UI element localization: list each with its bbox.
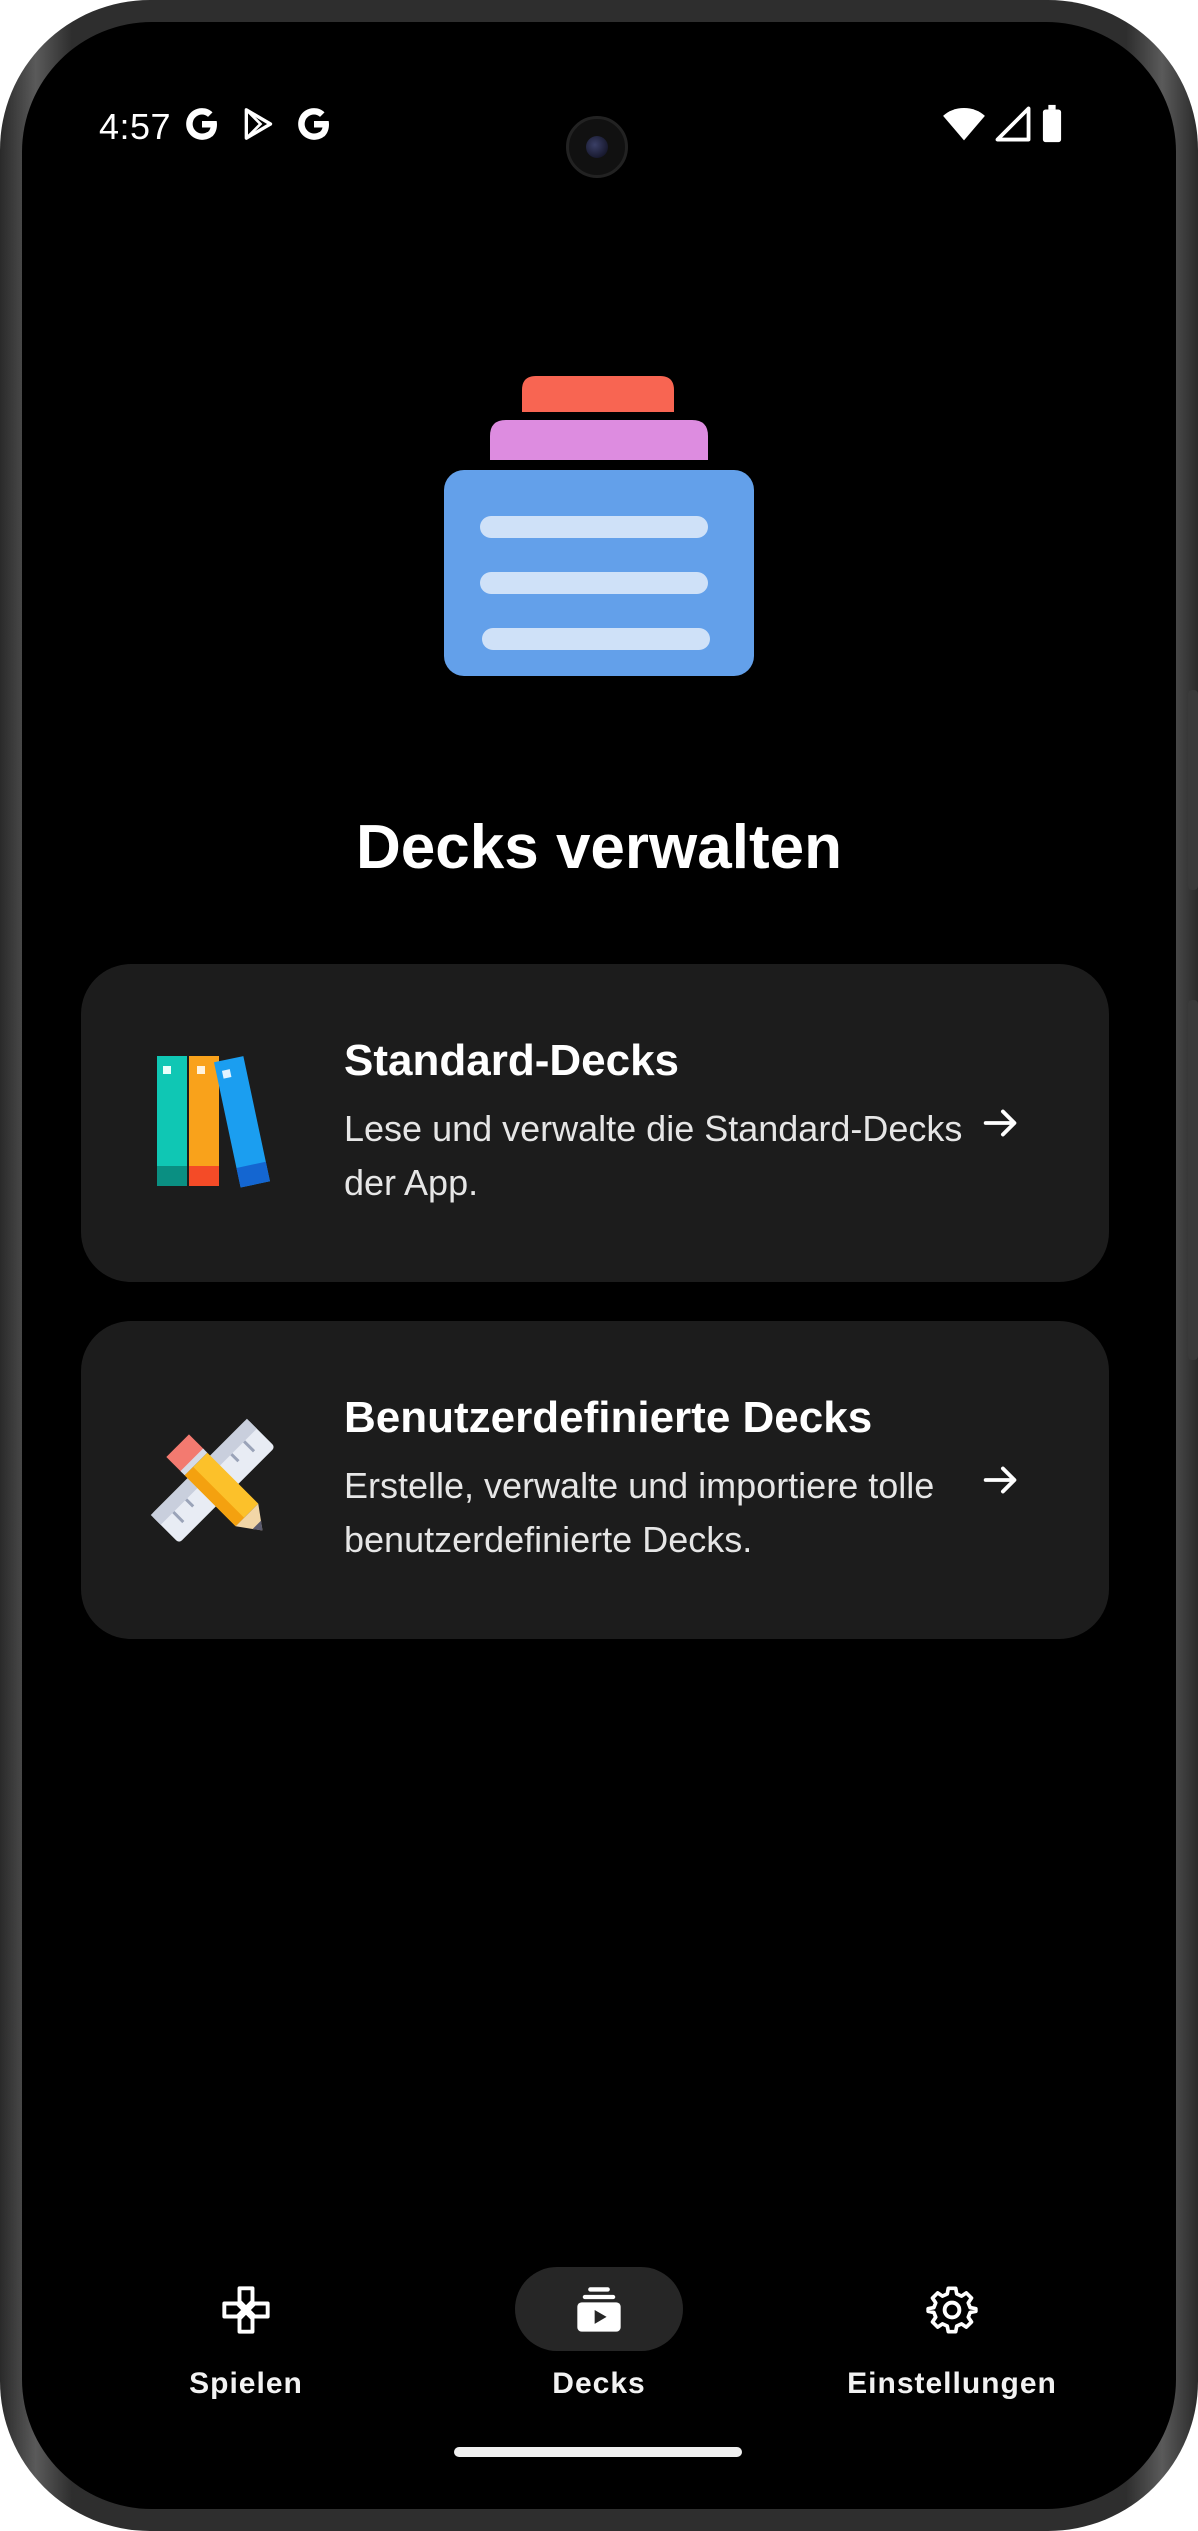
custom-decks-card[interactable]: Benutzerdefinierte Decks Erstelle, verwa…	[81, 1321, 1109, 1639]
nav-item-spielen[interactable]: Spielen	[92, 2222, 400, 2402]
play-store-icon	[238, 104, 278, 149]
phone-frame: 4:57 Decks verwalten Standard-Decks Lese…	[0, 0, 1198, 2531]
page-title: Decks verwalten	[356, 813, 842, 882]
wifi-icon	[942, 104, 986, 149]
nav-item-decks[interactable]: Decks	[445, 2222, 753, 2402]
power-button	[1188, 690, 1198, 890]
card-description: Lese und verwalte die Standard-Decks der…	[344, 1108, 963, 1203]
bottom-navigation: Spielen Decks Einstellungen	[22, 2222, 1176, 2402]
gamepad-icon	[220, 2284, 272, 2341]
status-bar: 4:57	[22, 22, 1176, 178]
app-screen: 4:57 Decks verwalten Standard-Decks Lese…	[22, 22, 1176, 2509]
card-description: Erstelle, verwalte und importiere tolle …	[344, 1465, 935, 1560]
gear-icon	[926, 2284, 978, 2341]
cell-signal-icon	[994, 104, 1032, 149]
decks-icon	[573, 2284, 625, 2341]
card-title: Standard-Decks	[344, 1036, 680, 1085]
pencil-ruler-icon	[143, 1411, 283, 1556]
card-title: Benutzerdefinierte Decks	[344, 1393, 873, 1442]
standard-decks-card[interactable]: Standard-Decks Lese und verwalte die Sta…	[81, 964, 1109, 1282]
nav-label: Decks	[552, 2367, 646, 2400]
front-camera	[566, 116, 628, 178]
battery-icon	[1040, 104, 1064, 149]
google-g-icon	[294, 104, 334, 149]
nav-label: Einstellungen	[847, 2367, 1057, 2400]
deck-stack-icon	[442, 374, 756, 689]
nav-item-einstellungen[interactable]: Einstellungen	[798, 2222, 1106, 2402]
arrow-right-icon	[978, 1100, 1024, 1151]
google-g-icon	[182, 104, 222, 149]
books-icon	[141, 1052, 271, 1197]
status-time: 4:57	[99, 106, 172, 147]
volume-button	[1188, 1000, 1198, 1360]
nav-label: Spielen	[189, 2367, 303, 2400]
arrow-right-icon	[978, 1457, 1024, 1508]
home-indicator[interactable]	[454, 2447, 742, 2457]
